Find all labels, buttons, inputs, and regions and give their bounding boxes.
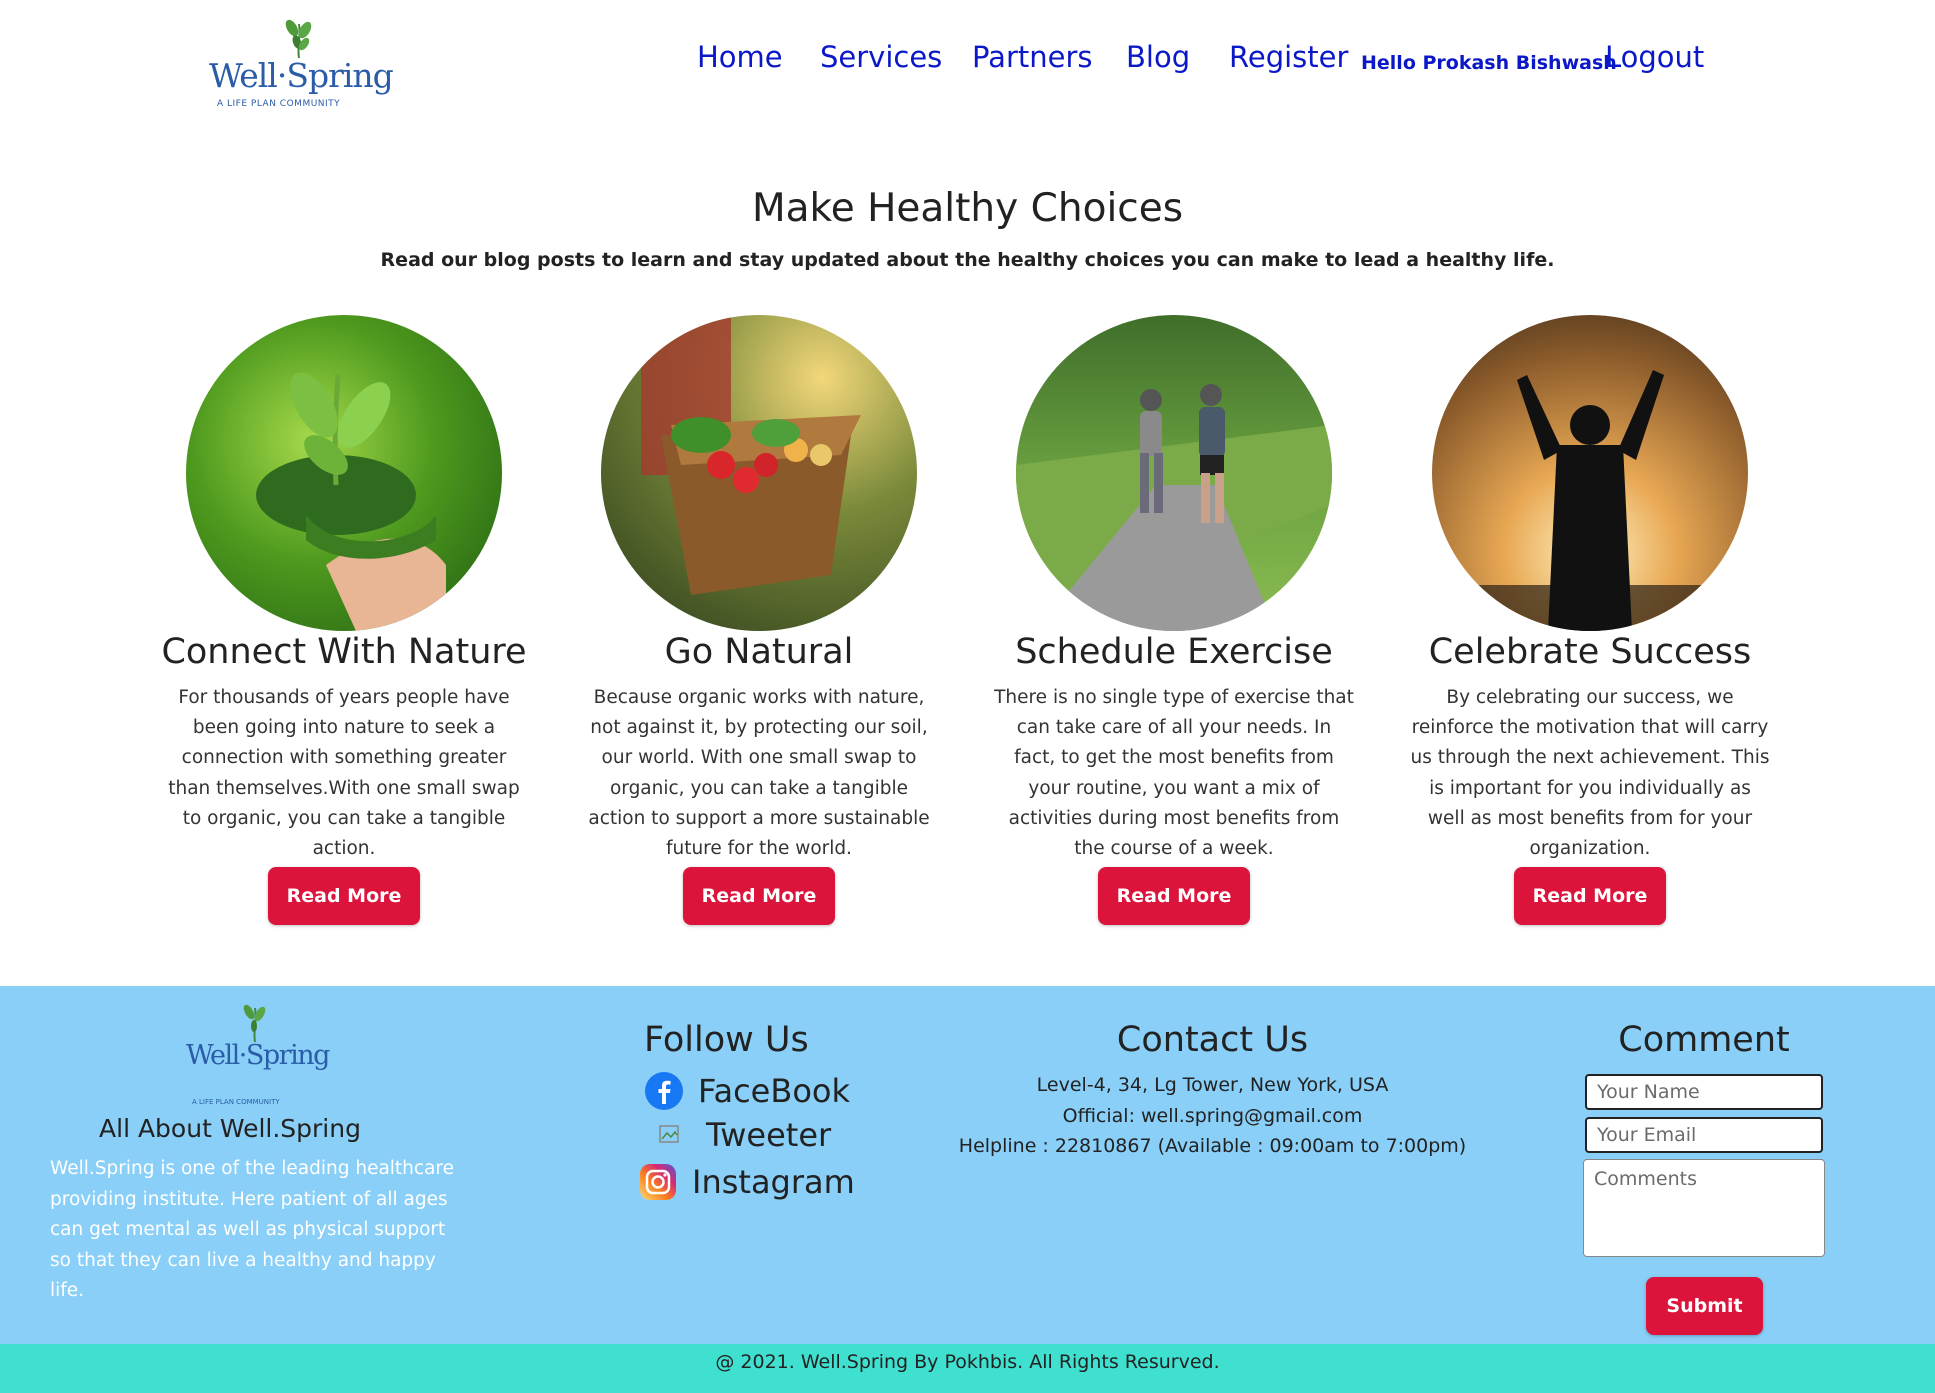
card-text: By celebrating our success, we reinforce… [1410, 687, 1770, 860]
nav-home[interactable]: Home [697, 40, 783, 74]
instagram-icon [640, 1164, 676, 1200]
card-title: Connect With Nature [161, 632, 527, 672]
read-more-button[interactable]: Read More [1514, 867, 1666, 925]
contact-helpline: Helpline : 22810867 (Available : 09:00am… [958, 1135, 1467, 1157]
facebook-icon [645, 1072, 683, 1110]
contact-email[interactable]: Official: well.spring@gmail.com [920, 1101, 1505, 1132]
about-text: Well.Spring is one of the leading health… [50, 1158, 454, 1301]
tweeter-label: Tweeter [706, 1116, 832, 1154]
nav-register[interactable]: Register [1229, 40, 1348, 74]
comment-title: Comment [1618, 1020, 1790, 1060]
broken-image-icon [659, 1125, 679, 1143]
nav-services[interactable]: Services [820, 40, 942, 74]
submit-button[interactable]: Submit [1646, 1277, 1763, 1335]
tweeter-link[interactable]: Tweeter [658, 1116, 831, 1154]
vegetables-image [601, 315, 917, 631]
card-title: Go Natural [664, 632, 854, 672]
blog-card-exercise: Schedule Exercise There is no single typ… [974, 315, 1374, 925]
facebook-link[interactable]: FaceBook [644, 1071, 850, 1111]
card-title: Schedule Exercise [1015, 632, 1333, 672]
card-text: There is no single type of exercise that… [994, 687, 1354, 860]
card-text: For thousands of years people have been … [168, 687, 520, 860]
blog-card-nature: Connect With Nature For thousands of yea… [144, 315, 544, 925]
about-title: All About Well.Spring [99, 1114, 361, 1143]
celebration-image [1432, 315, 1748, 631]
nav-partners[interactable]: Partners [972, 40, 1093, 74]
logo-tagline: A LIFE PLAN COMMUNITY [217, 99, 341, 109]
contact-address: Level-4, 34, Lg Tower, New York, USA [1036, 1074, 1389, 1096]
page-subtitle: Read our blog posts to learn and stay up… [380, 249, 1555, 271]
copyright-text: @ 2021. Well.Spring By Pokhbis. All Righ… [715, 1351, 1220, 1373]
blog-card-natural: Go Natural Because organic works with na… [559, 315, 959, 925]
blog-card-success: Celebrate Success By celebrating our suc… [1390, 315, 1790, 925]
nav-logout[interactable]: Logout [1605, 40, 1704, 74]
nav-blog[interactable]: Blog [1126, 40, 1190, 74]
facebook-label: FaceBook [698, 1072, 850, 1110]
user-greeting[interactable]: Hello Prokash Bishwash [1361, 52, 1617, 74]
name-input[interactable] [1585, 1074, 1823, 1110]
instagram-label: Instagram [692, 1163, 855, 1201]
read-more-button[interactable]: Read More [683, 867, 835, 925]
comments-textarea[interactable] [1583, 1159, 1825, 1257]
logo-tagline: A LIFE PLAN COMMUNITY [192, 1098, 280, 1106]
copyright-bar: @ 2021. Well.Spring By Pokhbis. All Righ… [0, 1344, 1935, 1393]
contact-info: Level-4, 34, Lg Tower, New York, USA Off… [920, 1070, 1505, 1162]
page-title: Make Healthy Choices [751, 186, 1184, 231]
read-more-button[interactable]: Read More [1098, 867, 1250, 925]
site-header: Well·Spring A LIFE PLAN COMMUNITY Home S… [0, 0, 1935, 140]
card-title: Celebrate Success [1428, 632, 1752, 672]
read-more-button[interactable]: Read More [268, 867, 420, 925]
instagram-link[interactable]: Instagram [638, 1162, 855, 1202]
card-text: Because organic works with nature, not a… [588, 687, 930, 860]
runners-image [1016, 315, 1332, 631]
email-input[interactable] [1585, 1117, 1823, 1153]
main-nav: Home Services Partners Blog Register Hel… [0, 40, 1935, 84]
nature-image [186, 315, 502, 631]
